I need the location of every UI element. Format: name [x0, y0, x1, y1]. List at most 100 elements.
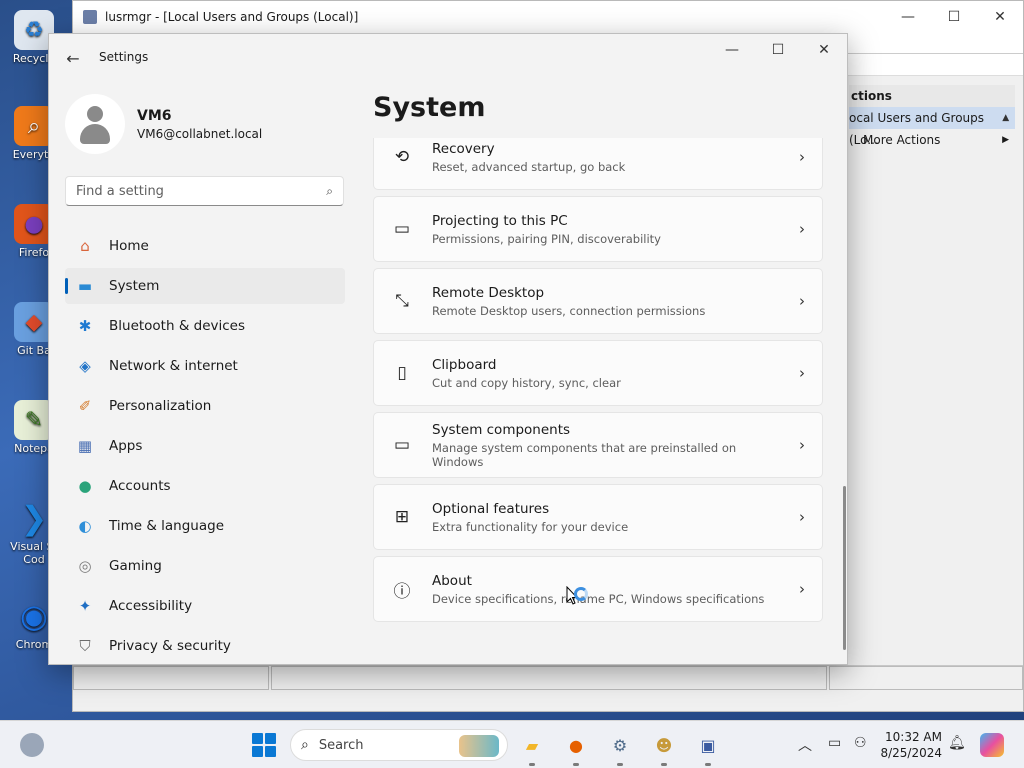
page-title: System [373, 92, 486, 123]
card-title: Recovery [432, 140, 495, 157]
settings-minimize-button[interactable]: — [709, 34, 755, 66]
nav-item-bluetooth-devices[interactable]: ✱ Bluetooth & devices [65, 308, 345, 344]
taskbar: ⌕ Search ▰ ● ⚙ ☻ ▣ ︿ ▭ ⚇ 10:32 AM 8/25/2024 … [0, 720, 1024, 768]
nav-item-label: Accessibility [109, 598, 193, 614]
system-settings-list: ⟲ Recovery Reset, advanced startup, go bac… [373, 138, 825, 664]
card-subtitle: Manage system components that are preins… [432, 440, 737, 469]
card-subtitle: Remote Desktop users, connection permiss… [432, 303, 706, 318]
find-setting-search-box[interactable]: ⌕ [65, 176, 344, 206]
apps-icon: ▦ [77, 437, 93, 455]
notifications-bell-icon[interactable]: 🔔︎ [948, 735, 966, 751]
settings-card-clipboard[interactable]: ▯ Clipboard Cut and copy history, sync, cl… [373, 340, 823, 406]
clock-date: 8/25/2024 [880, 746, 942, 760]
volume-icon[interactable]: ⚇ [854, 735, 867, 751]
settings-card-about[interactable]: ⓘ About Device specifications, rename PC, … [373, 556, 823, 622]
brush-icon: ✐ [78, 397, 92, 415]
actions-selected-item[interactable]: ocal Users and Groups (Lo... ▲ [849, 107, 1015, 147]
lusrmgr-title: lusrmgr - [Local Users and Groups (Local… [105, 9, 359, 24]
chevron-right-icon: › [799, 508, 805, 526]
globe-icon: ◐ [78, 517, 92, 535]
taskbar-search-box[interactable]: ⌕ Search [290, 729, 508, 761]
network-icon[interactable]: ▭ [828, 735, 841, 751]
user-name: VM6 [137, 107, 172, 124]
settings-card-recovery[interactable]: ⟲ Recovery Reset, advanced startup, go bac… [373, 138, 823, 190]
remote-desktop-icon: ⤡ [395, 291, 409, 311]
taskbar-search-label: Search [318, 737, 364, 753]
optional-features-icon: ⊞ [394, 507, 410, 527]
settings-app-icon[interactable]: ⚙ [606, 731, 634, 766]
projector-icon: ▭ [393, 219, 411, 239]
components-icon: ▭ [393, 435, 411, 455]
busy-spinner-icon [574, 587, 588, 601]
info-icon: ⓘ [393, 581, 411, 602]
copilot-icon[interactable] [980, 733, 1004, 757]
nav-item-network-internet[interactable]: ◈ Network & internet [65, 348, 345, 384]
nav-item-accounts[interactable]: ● Accounts [65, 468, 345, 504]
accounts-icon: ● [78, 477, 92, 495]
nav-item-apps[interactable]: ▦ Apps [65, 428, 345, 464]
settings-card-remote-desktop[interactable]: ⤡ Remote Desktop Remote Desktop users, con… [373, 268, 823, 334]
nav-item-personalization[interactable]: ✐ Personalization [65, 388, 345, 424]
submenu-arrow-icon: ▶ [1002, 135, 1009, 145]
user-profile[interactable]: VM6 VM6@collabnet.local [65, 94, 262, 154]
system-icon: ▬ [77, 277, 93, 295]
nav-item-label: Personalization [109, 398, 212, 414]
settings-card-optional-features[interactable]: ⊞ Optional features Extra functionality fo… [373, 484, 823, 550]
settings-card-system-components[interactable]: ▭ System components Manage system componen… [373, 412, 823, 478]
bluetooth-icon: ✱ [78, 317, 92, 335]
nav-item-privacy-security[interactable]: ⛉ Privacy & security [65, 628, 345, 664]
lusrmgr-titlebar[interactable]: lusrmgr - [Local Users and Groups (Local… [73, 1, 1023, 32]
settings-scrollbar[interactable] [843, 486, 846, 650]
avatar [65, 94, 125, 154]
nav-item-time-language[interactable]: ◐ Time & language [65, 508, 345, 544]
nav-item-label: Home [109, 238, 149, 254]
file-explorer-icon[interactable]: ▰ [518, 731, 546, 766]
widgets-icon[interactable] [20, 733, 44, 757]
lusrmgr-close-button[interactable]: ✕ [977, 1, 1023, 32]
chevron-right-icon: › [799, 364, 805, 382]
nav-item-home[interactable]: ⌂ Home [65, 228, 345, 264]
lusrmgr-app-icon [83, 9, 97, 24]
show-hidden-icons-chevron-icon[interactable]: ︿ [798, 735, 812, 755]
find-setting-input[interactable] [76, 183, 327, 199]
settings-close-button[interactable]: ✕ [801, 34, 847, 66]
card-subtitle: Extra functionality for your device [432, 519, 629, 534]
lusrmgr-statusbar [73, 665, 1023, 691]
search-icon: ⌕ [301, 737, 309, 753]
nav-item-label: System [109, 278, 160, 294]
card-title: Clipboard [432, 356, 497, 373]
clock[interactable]: 10:32 AM 8/25/2024 [880, 729, 942, 761]
chevron-right-icon: › [799, 436, 805, 454]
nav-item-label: Gaming [109, 558, 162, 574]
card-title: Remote Desktop [432, 284, 545, 301]
card-subtitle: Cut and copy history, sync, clear [432, 375, 621, 390]
settings-card-projecting-to-this-pc[interactable]: ▭ Projecting to this PC Permissions, pairi… [373, 196, 823, 262]
chevron-right-icon: › [799, 580, 805, 598]
card-subtitle: Permissions, pairing PIN, discoverabilit… [432, 231, 661, 246]
card-title: About [432, 572, 472, 589]
search-icon[interactable]: ⌕ [326, 184, 333, 199]
gamepad-icon: ◎ [78, 557, 92, 575]
nav-item-system[interactable]: ▬ System [65, 268, 345, 304]
lusrmgr-app-icon[interactable]: ▣ [694, 731, 722, 766]
settings-maximize-button[interactable]: ☐ [755, 34, 801, 66]
card-subtitle: Device specifications, rename PC, Window… [432, 591, 765, 606]
settings-window-title: Settings [99, 50, 149, 64]
chevron-right-icon: › [799, 292, 805, 310]
firefox-icon[interactable]: ● [562, 731, 590, 766]
lusrmgr-minimize-button[interactable]: — [885, 1, 931, 32]
start-button[interactable] [252, 733, 276, 757]
lusrmgr-maximize-button[interactable]: ☐ [931, 1, 977, 32]
nav-item-label: Network & internet [109, 358, 238, 374]
collapse-up-icon[interactable]: ▲ [1002, 107, 1015, 129]
nav-item-gaming[interactable]: ◎ Gaming [65, 548, 345, 584]
back-arrow-icon[interactable]: ← [63, 48, 83, 68]
nav-item-label: Bluetooth & devices [109, 318, 246, 334]
users-app-icon[interactable]: ☻ [650, 731, 678, 766]
recovery-icon: ⟲ [394, 147, 410, 167]
home-icon: ⌂ [80, 237, 90, 255]
nav-item-accessibility[interactable]: ✦ Accessibility [65, 588, 345, 624]
settings-titlebar[interactable]: ← Settings — ☐ ✕ [49, 34, 847, 82]
accessibility-icon: ✦ [78, 597, 92, 615]
more-actions-item[interactable]: More Actions ▶ [849, 129, 1015, 151]
